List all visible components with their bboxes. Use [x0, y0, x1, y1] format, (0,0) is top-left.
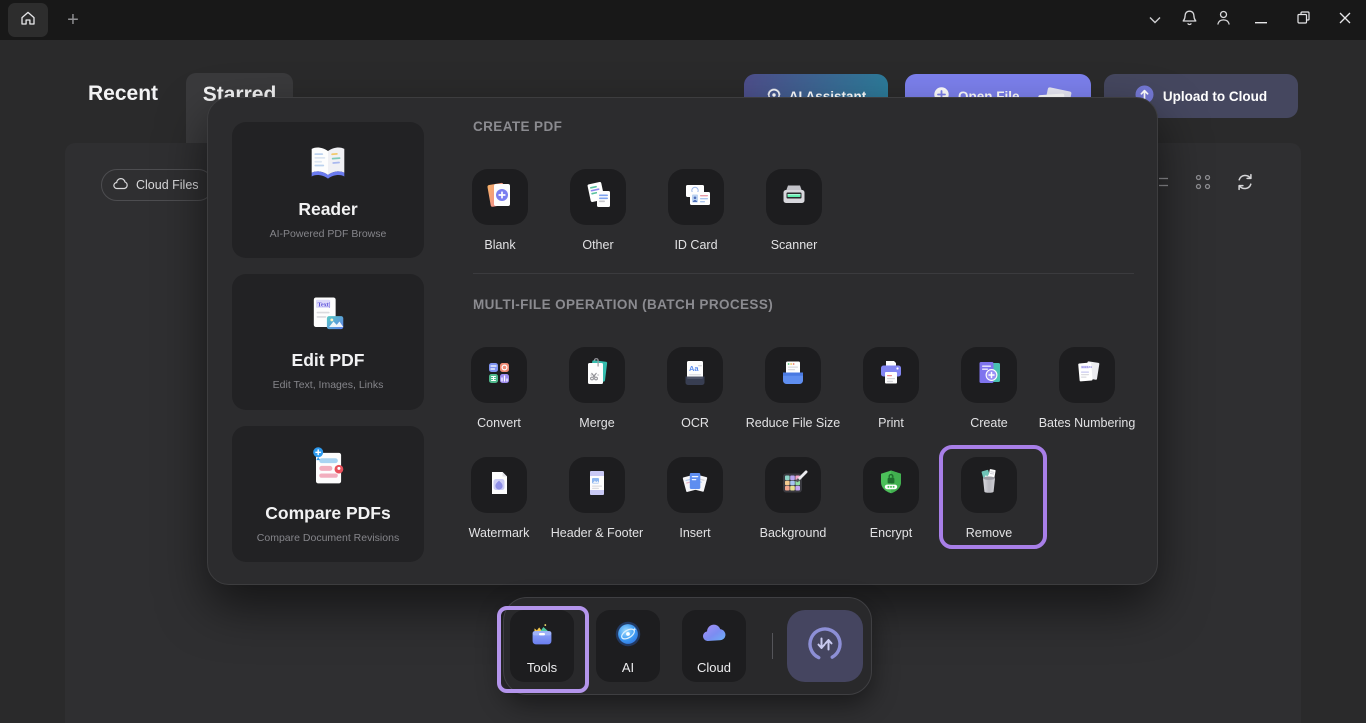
scanner-icon [776, 177, 812, 218]
compare-pdfs-icon [304, 444, 352, 495]
card-title: Compare PDFs [265, 503, 390, 524]
tool-item-insert[interactable]: Insert [646, 457, 744, 540]
home-icon [19, 9, 37, 32]
minimize-button[interactable] [1240, 0, 1282, 40]
merge-icon [579, 355, 615, 396]
create-pdf-section-title: CREATE PDF [473, 119, 562, 134]
tool-item-other[interactable]: Other [549, 169, 647, 252]
tab-recent[interactable]: Recent [88, 82, 158, 106]
dock-item-tools[interactable]: Tools [510, 610, 574, 682]
reader-icon [303, 140, 353, 191]
tool-item-remove[interactable]: Remove [940, 457, 1038, 540]
minimize-icon [1255, 11, 1267, 29]
tool-item-background[interactable]: Background [744, 457, 842, 540]
tool-item-encrypt[interactable]: Encrypt [842, 457, 940, 540]
refresh-icon[interactable] [1233, 170, 1257, 194]
tool-item-ocr[interactable]: Aa OCR [646, 347, 744, 430]
plus-icon: + [67, 9, 79, 32]
window-dropdown-button[interactable] [1138, 0, 1172, 40]
svg-text:000123: 000123 [1081, 366, 1092, 369]
insert-icon [677, 465, 713, 506]
tools-icon [525, 618, 559, 655]
tools-popup: Reader AI-Powered PDF Browse Text| Edit … [207, 97, 1158, 585]
ocr-icon: Aa [677, 355, 713, 396]
tool-item-watermark[interactable]: Watermark [450, 457, 548, 540]
tool-item-id-card[interactable]: ID Card [647, 169, 745, 252]
tool-item-scanner[interactable]: Scanner [745, 169, 843, 252]
other-icon [580, 177, 616, 218]
svg-text:Text|: Text| [318, 302, 331, 308]
edit-pdf-icon: Text| [304, 293, 352, 342]
dock-item-cloud[interactable]: Cloud [682, 610, 746, 682]
print-icon [873, 355, 909, 396]
header-footer-icon [579, 465, 615, 506]
id-card-icon [678, 177, 714, 218]
cloud-dock-icon [697, 618, 731, 655]
card-title: Edit PDF [292, 350, 365, 371]
watermark-icon [481, 465, 517, 506]
cloud-icon [113, 178, 129, 193]
reduce-file-size-icon [775, 355, 811, 396]
new-tab-button[interactable]: + [62, 0, 84, 40]
chevron-down-icon [1149, 11, 1161, 29]
close-icon [1339, 11, 1351, 29]
svg-text:Aa: Aa [689, 364, 699, 373]
ai-orb-icon [611, 618, 645, 655]
tool-item-print[interactable]: Print [842, 347, 940, 430]
section-divider [473, 273, 1134, 274]
card-subtitle: Compare Document Revisions [257, 532, 399, 544]
transfer-progress-icon [803, 622, 847, 671]
title-bar: + [0, 0, 1366, 40]
account-button[interactable] [1206, 0, 1240, 40]
restore-button[interactable] [1282, 0, 1324, 40]
blank-icon [482, 177, 518, 218]
notifications-button[interactable] [1172, 0, 1206, 40]
background-icon [775, 465, 811, 506]
cloud-files-button[interactable]: Cloud Files [101, 169, 214, 201]
user-icon [1215, 9, 1232, 32]
convert-icon [481, 355, 517, 396]
edit-pdf-card[interactable]: Text| Edit PDF Edit Text, Images, Links [232, 274, 424, 410]
bottom-dock: Tools AI Cloud [503, 597, 872, 695]
dock-item-ai[interactable]: AI [596, 610, 660, 682]
card-subtitle: Edit Text, Images, Links [273, 379, 384, 391]
bates-numbering-icon: 000123 [1069, 355, 1105, 396]
remove-icon [971, 465, 1007, 506]
create-icon [971, 355, 1007, 396]
card-title: Reader [298, 199, 357, 220]
tool-item-reduce-file-size[interactable]: Reduce File Size [744, 347, 842, 430]
tool-item-header-footer[interactable]: Header & Footer [548, 457, 646, 540]
close-button[interactable] [1324, 0, 1366, 40]
batch-section-title: MULTI-FILE OPERATION (BATCH PROCESS) [473, 297, 773, 312]
home-tab-button[interactable] [8, 3, 48, 37]
grid-view-icon[interactable] [1191, 170, 1215, 194]
tool-item-create[interactable]: Create [940, 347, 1038, 430]
compare-pdfs-card[interactable]: Compare PDFs Compare Document Revisions [232, 426, 424, 562]
card-subtitle: AI-Powered PDF Browse [270, 228, 387, 240]
dock-divider [772, 633, 773, 659]
restore-icon [1297, 11, 1310, 29]
tool-item-bates-numbering[interactable]: 000123 Bates Numbering [1038, 347, 1136, 430]
tool-item-blank[interactable]: Blank [451, 169, 549, 252]
bell-icon [1181, 9, 1198, 32]
encrypt-icon [873, 465, 909, 506]
tool-item-merge[interactable]: Merge [548, 347, 646, 430]
tool-item-convert[interactable]: Convert [450, 347, 548, 430]
transfer-progress-button[interactable] [787, 610, 863, 682]
reader-card[interactable]: Reader AI-Powered PDF Browse [232, 122, 424, 258]
